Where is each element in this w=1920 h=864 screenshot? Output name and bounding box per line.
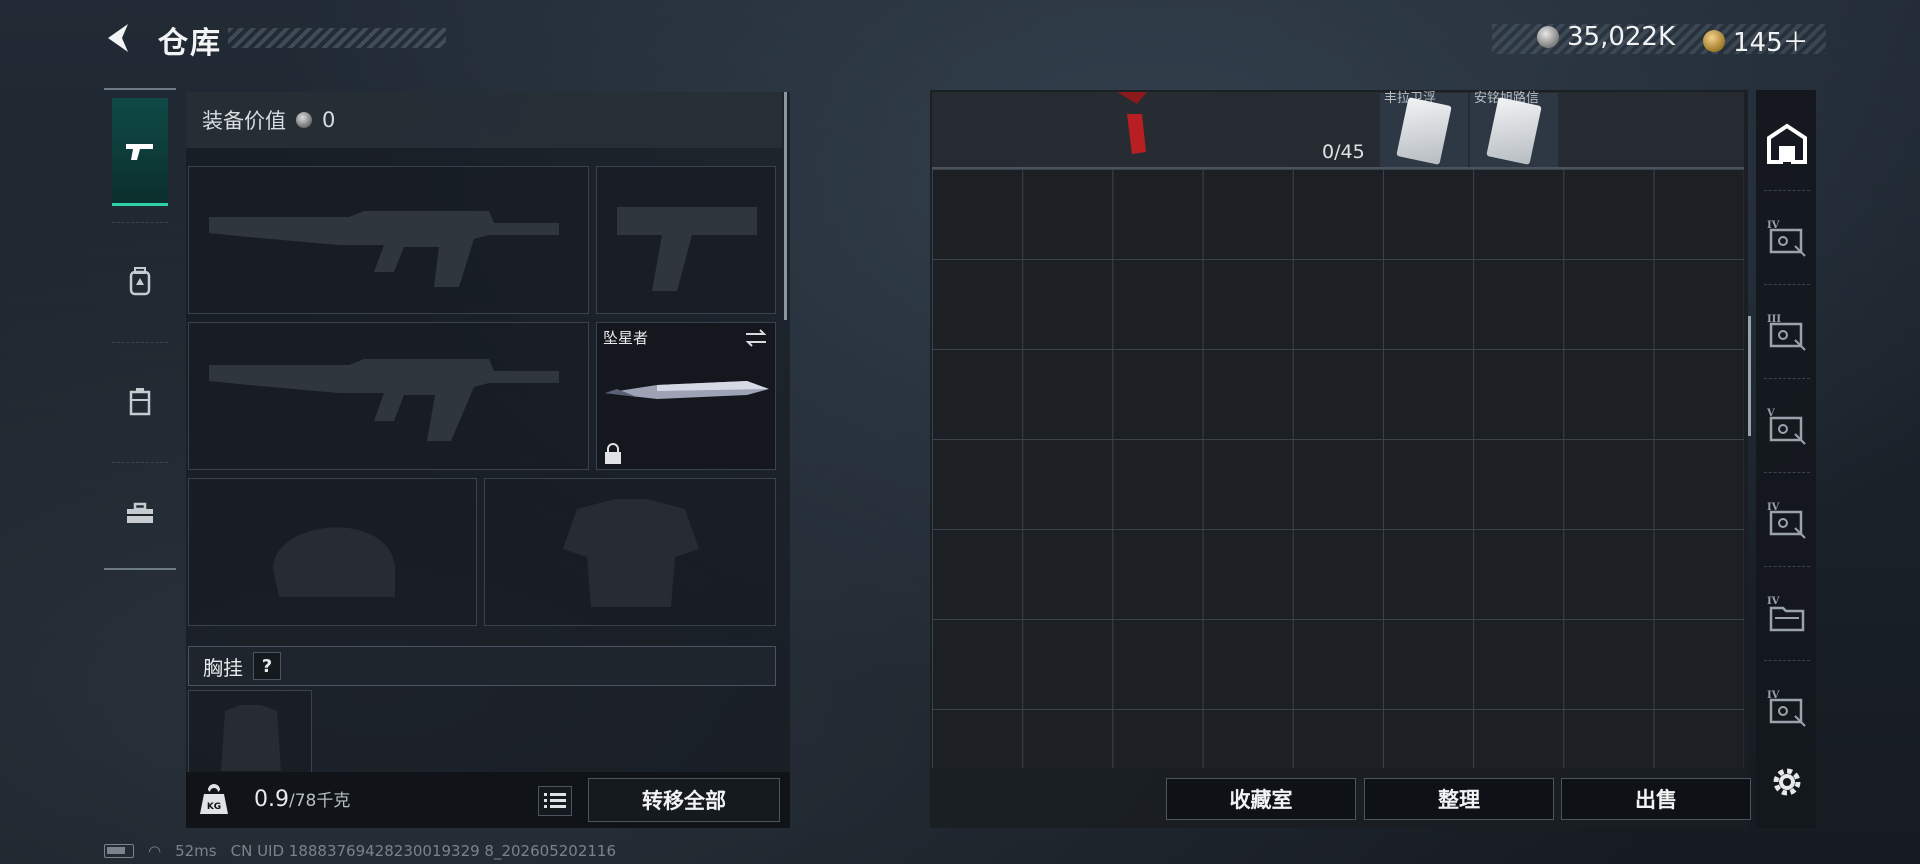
weight-bar: KG 0.9/78千克 转移全部 [186, 772, 790, 828]
nav-divider [112, 342, 168, 343]
safe-v-icon: V [1766, 408, 1806, 445]
stash-tab-main[interactable] [1762, 104, 1812, 184]
stash-tab-safe-1[interactable]: IV [1762, 198, 1812, 278]
melee-slot[interactable]: 坠星者 [596, 322, 776, 470]
back-button[interactable] [100, 18, 140, 58]
silver-coin-icon [296, 112, 312, 128]
helmet-slot[interactable] [188, 478, 477, 626]
stash-tab-folder[interactable]: IV [1762, 574, 1812, 654]
nav-tools[interactable] [112, 460, 168, 568]
folder-iv-icon: IV [1767, 596, 1805, 632]
list-icon [544, 793, 566, 808]
wifi-icon: ◠ [148, 842, 162, 860]
keycard-icon [1486, 97, 1542, 165]
chest-rig-header: 胸挂 ? [188, 646, 776, 686]
stash-tabs: IV III V IV IV IV [1756, 90, 1816, 828]
uid-text: CN UID 18883769428230019329 8_2026052021… [230, 842, 616, 860]
silver-currency: 35,022K [1537, 22, 1675, 52]
safe-iv-icon: IV [1767, 690, 1806, 727]
stash-tab-safe-3[interactable]: V [1762, 386, 1812, 466]
svg-text:IV: IV [1767, 596, 1780, 607]
back-arrow-icon [108, 24, 128, 52]
helmet-silhouette-icon [273, 527, 395, 597]
safe-iii-icon: III [1767, 314, 1806, 351]
pistol-silhouette-icon [617, 207, 757, 291]
stash-grid[interactable] [932, 168, 1744, 768]
case-icon [129, 388, 151, 416]
stash-scrollbar[interactable] [1748, 316, 1751, 436]
sidearm-slot[interactable] [596, 166, 776, 314]
gold-currency[interactable]: 145＋ [1703, 22, 1809, 59]
body-armor-slot[interactable] [484, 478, 776, 626]
stash-icon [1767, 123, 1807, 164]
tab-divider [1764, 472, 1810, 473]
weight-icon: KG [200, 784, 228, 814]
rifle-silhouette-icon [209, 211, 559, 287]
ping-value: 52ms [175, 842, 217, 860]
title-decoration [228, 28, 446, 48]
primary-weapon-slot[interactable] [188, 166, 589, 314]
vest-silhouette-icon [563, 499, 699, 607]
keycard-icon [1396, 97, 1452, 165]
weight-value: 0.9/78千克 [254, 787, 351, 812]
nav-container[interactable] [112, 348, 168, 456]
settings-button[interactable] [1762, 742, 1812, 822]
collection-button[interactable]: 收藏室 [1166, 778, 1356, 820]
sell-button[interactable]: 出售 [1561, 778, 1751, 820]
help-button[interactable]: ? [253, 652, 281, 680]
nav-weapons[interactable] [112, 98, 168, 206]
knife-icon [605, 381, 769, 399]
chest-rig-silhouette-icon [221, 705, 281, 771]
tab-divider [1764, 660, 1810, 661]
category-nav [104, 88, 176, 570]
organize-button[interactable]: 整理 [1364, 778, 1554, 820]
safe-iv-icon: IV [1767, 502, 1806, 539]
equipment-value: 装备价值 0 [186, 92, 782, 148]
tab-divider [1764, 190, 1810, 191]
svg-text:KG: KG [207, 802, 221, 812]
gear-icon [1773, 768, 1801, 796]
stash-tab-safe-2[interactable]: III [1762, 292, 1812, 372]
item-card[interactable]: 丰拉卫浮 [1380, 91, 1468, 167]
equipment-scrollbar[interactable] [784, 92, 787, 320]
transfer-all-button[interactable]: 转移全部 [588, 778, 780, 822]
silver-coin-icon [1537, 26, 1559, 48]
status-bar: ◠ 52ms CN UID 18883769428230019329 8_202… [104, 842, 616, 860]
chest-rig-slot[interactable] [188, 690, 312, 774]
backpack-icon [129, 267, 151, 296]
tab-divider [1764, 284, 1810, 285]
stash-count: 0/45 [1322, 141, 1365, 163]
toolbox-icon [127, 502, 153, 523]
gold-coin-icon [1703, 29, 1725, 52]
secondary-weapon-slot[interactable] [188, 322, 589, 470]
item-card[interactable]: 安铭旭路信 [1470, 91, 1558, 167]
nav-armor[interactable] [112, 228, 168, 336]
pistol-icon [126, 143, 153, 160]
lock-icon [605, 443, 621, 464]
battery-icon [104, 844, 134, 858]
stash-tab-safe-4[interactable]: IV [1762, 480, 1812, 560]
rifle-silhouette-icon [209, 359, 559, 441]
nav-divider [112, 222, 168, 223]
stash-tab-safe-5[interactable]: IV [1762, 668, 1812, 748]
page-title: 仓库 [158, 26, 222, 61]
tab-divider [1764, 566, 1810, 567]
tab-divider [1764, 378, 1810, 379]
safe-iv-icon: IV [1767, 220, 1806, 257]
list-view-button[interactable] [538, 786, 572, 816]
